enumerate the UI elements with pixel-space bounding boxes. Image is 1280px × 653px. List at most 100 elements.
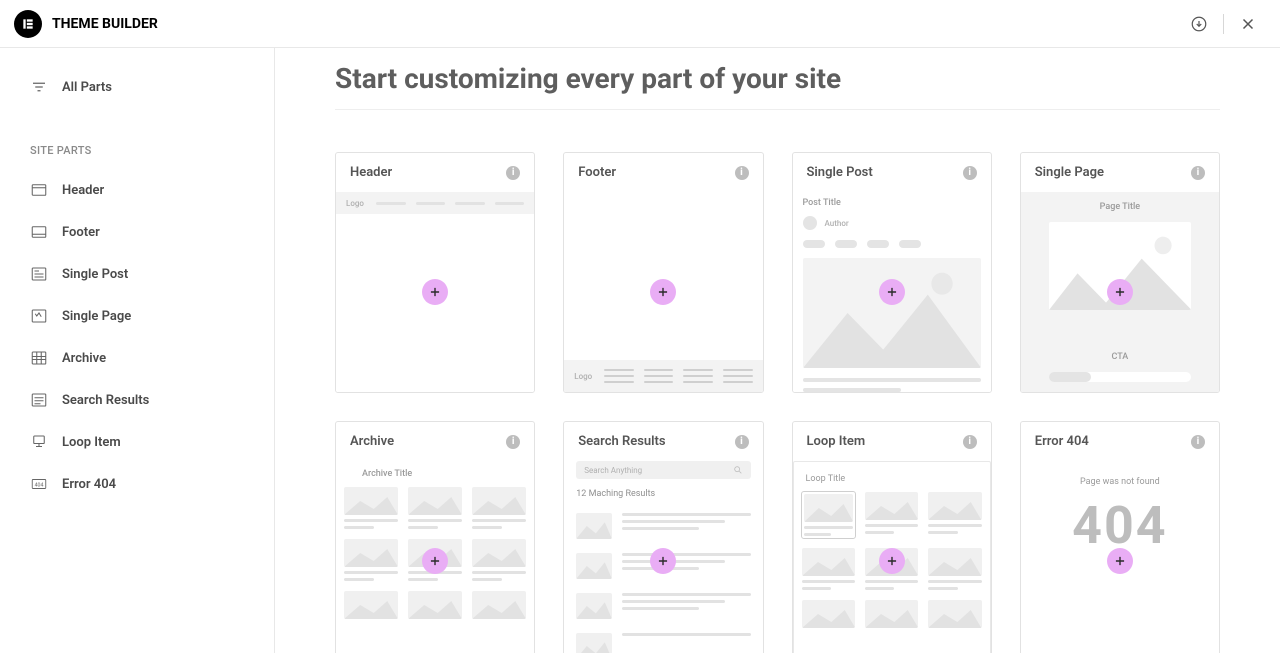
info-icon[interactable]: i [735, 166, 749, 180]
card-body: Archive Title [336, 461, 534, 653]
sidebar-item-archive[interactable]: Archive [0, 337, 274, 379]
preview-search-placeholder: Search Anything [584, 466, 642, 475]
card-title: Error 404 [1035, 434, 1089, 449]
app-title: THEME BUILDER [52, 16, 158, 32]
loop-icon [30, 433, 48, 451]
info-icon[interactable]: i [1191, 166, 1205, 180]
sidebar-section-label: SITE PARTS [0, 108, 274, 169]
card-title: Header [350, 165, 392, 180]
card-search-results[interactable]: Search Results i Search Anything 12 Mach… [563, 421, 763, 653]
page-title: Start customizing every part of your sit… [335, 62, 1220, 110]
add-error-404-button[interactable] [1107, 548, 1133, 574]
add-archive-button[interactable] [422, 548, 448, 574]
add-search-results-button[interactable] [650, 548, 676, 574]
preview-logo-label: Logo [346, 199, 364, 208]
brand: THEME BUILDER [14, 10, 158, 38]
info-icon[interactable]: i [506, 166, 520, 180]
cards-grid: Header i Logo [335, 152, 1220, 653]
sidebar-item-label: Archive [62, 351, 106, 366]
sidebar-item-label: Single Post [62, 267, 128, 282]
card-footer[interactable]: Footer i Logo [563, 152, 763, 393]
card-title: Single Page [1035, 165, 1104, 180]
info-icon[interactable]: i [1191, 435, 1205, 449]
card-title: Search Results [578, 434, 665, 449]
sidebar-item-label: Search Results [62, 393, 149, 408]
preview-404-msg: Page was not found [1080, 477, 1160, 487]
sidebar-item-label: Error 404 [62, 477, 116, 492]
card-title: Footer [578, 165, 616, 180]
card-body: Page was not found 404 [1021, 461, 1219, 653]
sidebar-item-label: Footer [62, 225, 100, 240]
topbar: THEME BUILDER [0, 0, 1280, 48]
card-body: Logo [336, 192, 534, 392]
download-button[interactable] [1185, 10, 1213, 38]
card-body: Page Title CTA [1021, 192, 1219, 392]
post-icon [30, 265, 48, 283]
sidebar-item-label: Loop Item [62, 435, 121, 450]
sidebar-item-error-404[interactable]: 404 Error 404 [0, 463, 274, 505]
preview-page-title: Page Title [1100, 202, 1140, 212]
preview-author-label: Author [825, 219, 849, 228]
close-button[interactable] [1234, 10, 1262, 38]
card-title: Single Post [807, 165, 873, 180]
card-head: Single Post i [793, 153, 991, 192]
sidebar-item-label: Header [62, 183, 104, 198]
card-body: Loop Title [793, 461, 991, 653]
card-head: Footer i [564, 153, 762, 192]
info-icon[interactable]: i [735, 435, 749, 449]
card-head: Single Page i [1021, 153, 1219, 192]
card-single-post[interactable]: Single Post i Post Title Author [792, 152, 992, 393]
preview-cta-label: CTA [1111, 352, 1128, 362]
page-icon [30, 307, 48, 325]
add-header-button[interactable] [422, 279, 448, 305]
add-single-page-button[interactable] [1107, 279, 1133, 305]
svg-text:404: 404 [35, 482, 44, 488]
card-single-page[interactable]: Single Page i Page Title CTA [1020, 152, 1220, 393]
filter-icon [30, 78, 48, 96]
sidebar: All Parts SITE PARTS Header Footer Singl… [0, 48, 275, 653]
card-body: Search Anything 12 Maching Results [564, 461, 762, 653]
card-body: Logo [564, 192, 762, 392]
preview-post-title: Post Title [803, 198, 981, 208]
preview-archive-title: Archive Title [344, 469, 526, 479]
sidebar-item-single-post[interactable]: Single Post [0, 253, 274, 295]
info-icon[interactable]: i [506, 435, 520, 449]
card-header[interactable]: Header i Logo [335, 152, 535, 393]
footer-icon [30, 223, 48, 241]
sidebar-item-search-results[interactable]: Search Results [0, 379, 274, 421]
info-icon[interactable]: i [963, 435, 977, 449]
header-icon [30, 181, 48, 199]
card-archive[interactable]: Archive i Archive Title [335, 421, 535, 653]
preview-logo-label: Logo [574, 372, 592, 381]
sidebar-item-label: All Parts [62, 80, 112, 95]
error-404-icon: 404 [30, 475, 48, 493]
search-icon [733, 465, 743, 475]
card-error-404[interactable]: Error 404 i Page was not found 404 [1020, 421, 1220, 653]
card-head: Archive i [336, 422, 534, 461]
card-head: Header i [336, 153, 534, 192]
card-head: Loop Item i [793, 422, 991, 461]
body: All Parts SITE PARTS Header Footer Singl… [0, 48, 1280, 653]
card-loop-item[interactable]: Loop Item i Loop Title [792, 421, 992, 653]
elementor-logo-icon [14, 10, 42, 38]
card-title: Archive [350, 434, 394, 449]
info-icon[interactable]: i [963, 166, 977, 180]
sidebar-item-label: Single Page [62, 309, 131, 324]
preview-404-code: 404 [1072, 495, 1168, 556]
sidebar-all-parts[interactable]: All Parts [0, 66, 274, 108]
preview-loop-title: Loop Title [802, 470, 982, 484]
add-single-post-button[interactable] [879, 279, 905, 305]
card-title: Loop Item [807, 434, 866, 449]
sidebar-item-header[interactable]: Header [0, 169, 274, 211]
add-footer-button[interactable] [650, 279, 676, 305]
sidebar-item-single-page[interactable]: Single Page [0, 295, 274, 337]
card-head: Search Results i [564, 422, 762, 461]
topbar-divider [1223, 14, 1224, 34]
card-head: Error 404 i [1021, 422, 1219, 461]
search-results-icon [30, 391, 48, 409]
add-loop-item-button[interactable] [879, 548, 905, 574]
preview-results-count: 12 Maching Results [576, 489, 750, 499]
sidebar-item-footer[interactable]: Footer [0, 211, 274, 253]
main: Start customizing every part of your sit… [275, 48, 1280, 653]
sidebar-item-loop-item[interactable]: Loop Item [0, 421, 274, 463]
